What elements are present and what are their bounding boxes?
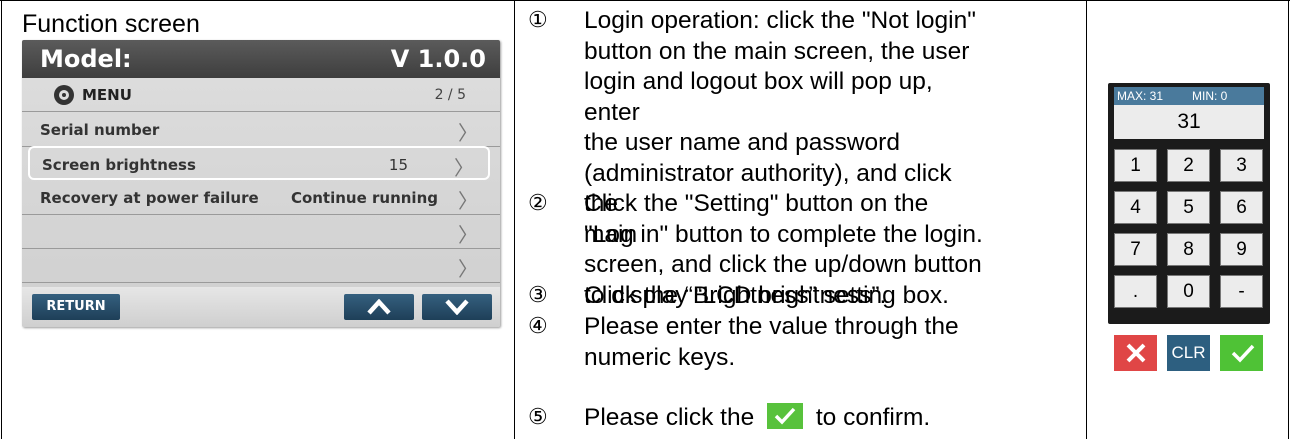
key-4[interactable]: 4 bbox=[1114, 191, 1157, 224]
setting-row-serial-number[interactable]: Serial number 〉 bbox=[22, 113, 500, 147]
table-top-border bbox=[0, 0, 1290, 1]
close-icon bbox=[1126, 343, 1146, 363]
row-label: Serial number bbox=[40, 121, 160, 139]
confirm-button[interactable] bbox=[1220, 335, 1263, 371]
clear-button[interactable]: CLR bbox=[1167, 335, 1210, 371]
step-line: screen, and click the up/down button bbox=[584, 251, 982, 278]
key-dot[interactable]: . bbox=[1114, 275, 1157, 308]
key-7[interactable]: 7 bbox=[1114, 233, 1157, 266]
gear-icon bbox=[54, 85, 74, 105]
key-3[interactable]: 3 bbox=[1220, 149, 1263, 182]
step-line: the user name and password bbox=[584, 129, 900, 156]
min-label: MIN: 0 bbox=[1192, 89, 1228, 103]
key-1[interactable]: 1 bbox=[1114, 149, 1157, 182]
max-label: MAX: 31 bbox=[1117, 89, 1164, 103]
step-text: Click the “Brightness” setting box. bbox=[584, 281, 984, 312]
step-text-after: to confirm. bbox=[815, 404, 931, 431]
device-screen: Model: V 1.0.0 MENU 2 / 5 Serial number … bbox=[22, 40, 500, 327]
chevron-right-icon: 〉 bbox=[454, 156, 474, 180]
return-button[interactable]: RETURN bbox=[32, 294, 120, 320]
step-line: Please enter the value through the bbox=[584, 313, 959, 340]
keypad-display[interactable]: 31 bbox=[1114, 105, 1264, 139]
step-line: numeric keys. bbox=[584, 343, 736, 371]
step-line: Click the "Setting" button on the main bbox=[584, 190, 929, 248]
setting-row-empty-1[interactable]: 〉 bbox=[22, 215, 500, 249]
step-line: Login operation: click the "Not login" bbox=[584, 7, 976, 34]
device-header: Model: V 1.0.0 bbox=[22, 40, 500, 78]
keypad-limits-bar: MAX: 31 MIN: 0 bbox=[1114, 87, 1264, 105]
checkmark-icon bbox=[767, 403, 804, 429]
row-label: Screen brightness bbox=[42, 156, 196, 174]
chevron-right-icon: 〉 bbox=[458, 189, 478, 213]
step-number: ③ bbox=[528, 283, 548, 308]
chevron-right-icon: 〉 bbox=[458, 121, 478, 145]
brightness-value[interactable]: 15 bbox=[389, 156, 408, 174]
cancel-button[interactable] bbox=[1114, 335, 1157, 371]
key-minus[interactable]: - bbox=[1220, 275, 1263, 308]
menu-label: MENU bbox=[82, 86, 132, 104]
model-label: Model: bbox=[40, 45, 132, 73]
page-indicator: 2 / 5 bbox=[434, 87, 466, 103]
key-8[interactable]: 8 bbox=[1167, 233, 1210, 266]
column-divider-2 bbox=[1086, 0, 1087, 439]
page-down-button[interactable] bbox=[422, 294, 492, 320]
key-0[interactable]: 0 bbox=[1167, 275, 1210, 308]
key-2[interactable]: 2 bbox=[1167, 149, 1210, 182]
numeric-keypad: MAX: 31 MIN: 0 31 1 2 3 4 5 6 7 8 9 . 0 … bbox=[1108, 83, 1270, 324]
setting-row-empty-2[interactable]: 〉 bbox=[22, 249, 500, 283]
key-6[interactable]: 6 bbox=[1220, 191, 1263, 224]
recovery-value: Continue running bbox=[290, 189, 438, 207]
step-number: ② bbox=[528, 191, 548, 216]
chevron-right-icon: 〉 bbox=[458, 223, 478, 247]
function-screen-title: Function screen bbox=[22, 10, 200, 38]
column-divider-1 bbox=[514, 0, 515, 439]
setting-row-recovery-power-failure[interactable]: Recovery at power failure Continue runni… bbox=[22, 181, 500, 215]
step-number: ⑤ bbox=[528, 405, 548, 430]
chevron-down-icon bbox=[445, 299, 469, 315]
step-number: ① bbox=[528, 8, 548, 33]
checkmark-icon bbox=[1231, 344, 1255, 363]
step-line: Click the “Brightness” setting box. bbox=[584, 282, 949, 309]
step-text: Please enter the value through the numer… bbox=[584, 312, 984, 373]
menu-row: MENU 2 / 5 bbox=[22, 78, 500, 112]
chevron-right-icon: 〉 bbox=[458, 257, 478, 281]
version-label: V 1.0.0 bbox=[390, 45, 486, 73]
page-up-button[interactable] bbox=[344, 294, 414, 320]
chevron-up-icon bbox=[367, 299, 391, 315]
key-5[interactable]: 5 bbox=[1167, 191, 1210, 224]
step-line: button on the main screen, the user bbox=[584, 37, 970, 65]
device-footer: RETURN bbox=[22, 287, 500, 327]
table-left-border bbox=[1, 0, 2, 439]
key-9[interactable]: 9 bbox=[1220, 233, 1263, 266]
step-text: Please click the to confirm. bbox=[584, 403, 984, 434]
row-label: Recovery at power failure bbox=[40, 189, 259, 207]
setting-row-screen-brightness[interactable]: Screen brightness 15 〉 bbox=[28, 146, 490, 180]
step-line: login and logout box will pop up, enter bbox=[584, 68, 933, 126]
step-number: ④ bbox=[528, 314, 548, 339]
step-text-before: Please click the bbox=[584, 404, 755, 431]
table-right-border bbox=[1288, 0, 1289, 439]
